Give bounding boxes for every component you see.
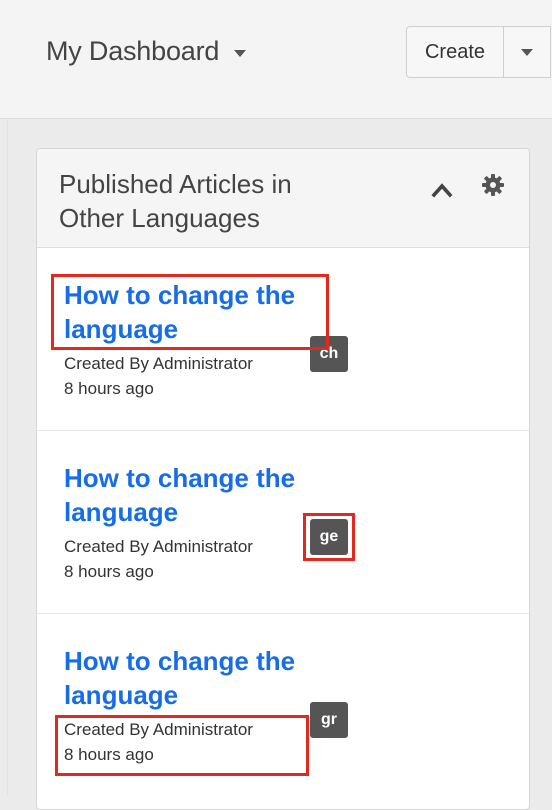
create-dropdown-button[interactable]: [504, 26, 551, 78]
published-articles-dashlet: Published Articles in Other Languages Ho…: [36, 148, 530, 810]
chevron-up-icon[interactable]: [431, 179, 453, 201]
page-edge-line: [7, 0, 8, 796]
list-item: How to change the language Created By Ad…: [37, 614, 529, 796]
article-author: Created By Administrator: [64, 354, 253, 373]
article-timestamp: 8 hours ago: [64, 379, 154, 398]
chevron-down-icon: [521, 48, 533, 56]
article-timestamp: 8 hours ago: [64, 745, 154, 764]
language-badge: gr: [310, 702, 348, 738]
article-timestamp: 8 hours ago: [64, 562, 154, 581]
chevron-down-icon: [234, 50, 247, 57]
list-item: How to change the language Created By Ad…: [37, 431, 529, 614]
article-author: Created By Administrator: [64, 720, 253, 739]
dashboard-title: My Dashboard: [46, 36, 220, 66]
gear-icon[interactable]: [481, 173, 505, 197]
dashlet-title: Published Articles in Other Languages: [59, 169, 292, 233]
dashboard-header: My Dashboard Create: [0, 0, 552, 119]
article-author: Created By Administrator: [64, 537, 253, 556]
language-badge: ch: [310, 336, 348, 372]
dashlet-header: Published Articles in Other Languages: [37, 149, 529, 248]
create-button-group: Create: [406, 26, 551, 78]
language-badge: ge: [310, 519, 348, 555]
article-link[interactable]: How to change the language: [64, 278, 334, 346]
article-link[interactable]: How to change the language: [64, 644, 334, 712]
list-item: How to change the language Created By Ad…: [37, 248, 529, 431]
create-button[interactable]: Create: [406, 26, 504, 78]
dashboard-selector[interactable]: My Dashboard: [46, 36, 247, 67]
article-link[interactable]: How to change the language: [64, 461, 334, 529]
